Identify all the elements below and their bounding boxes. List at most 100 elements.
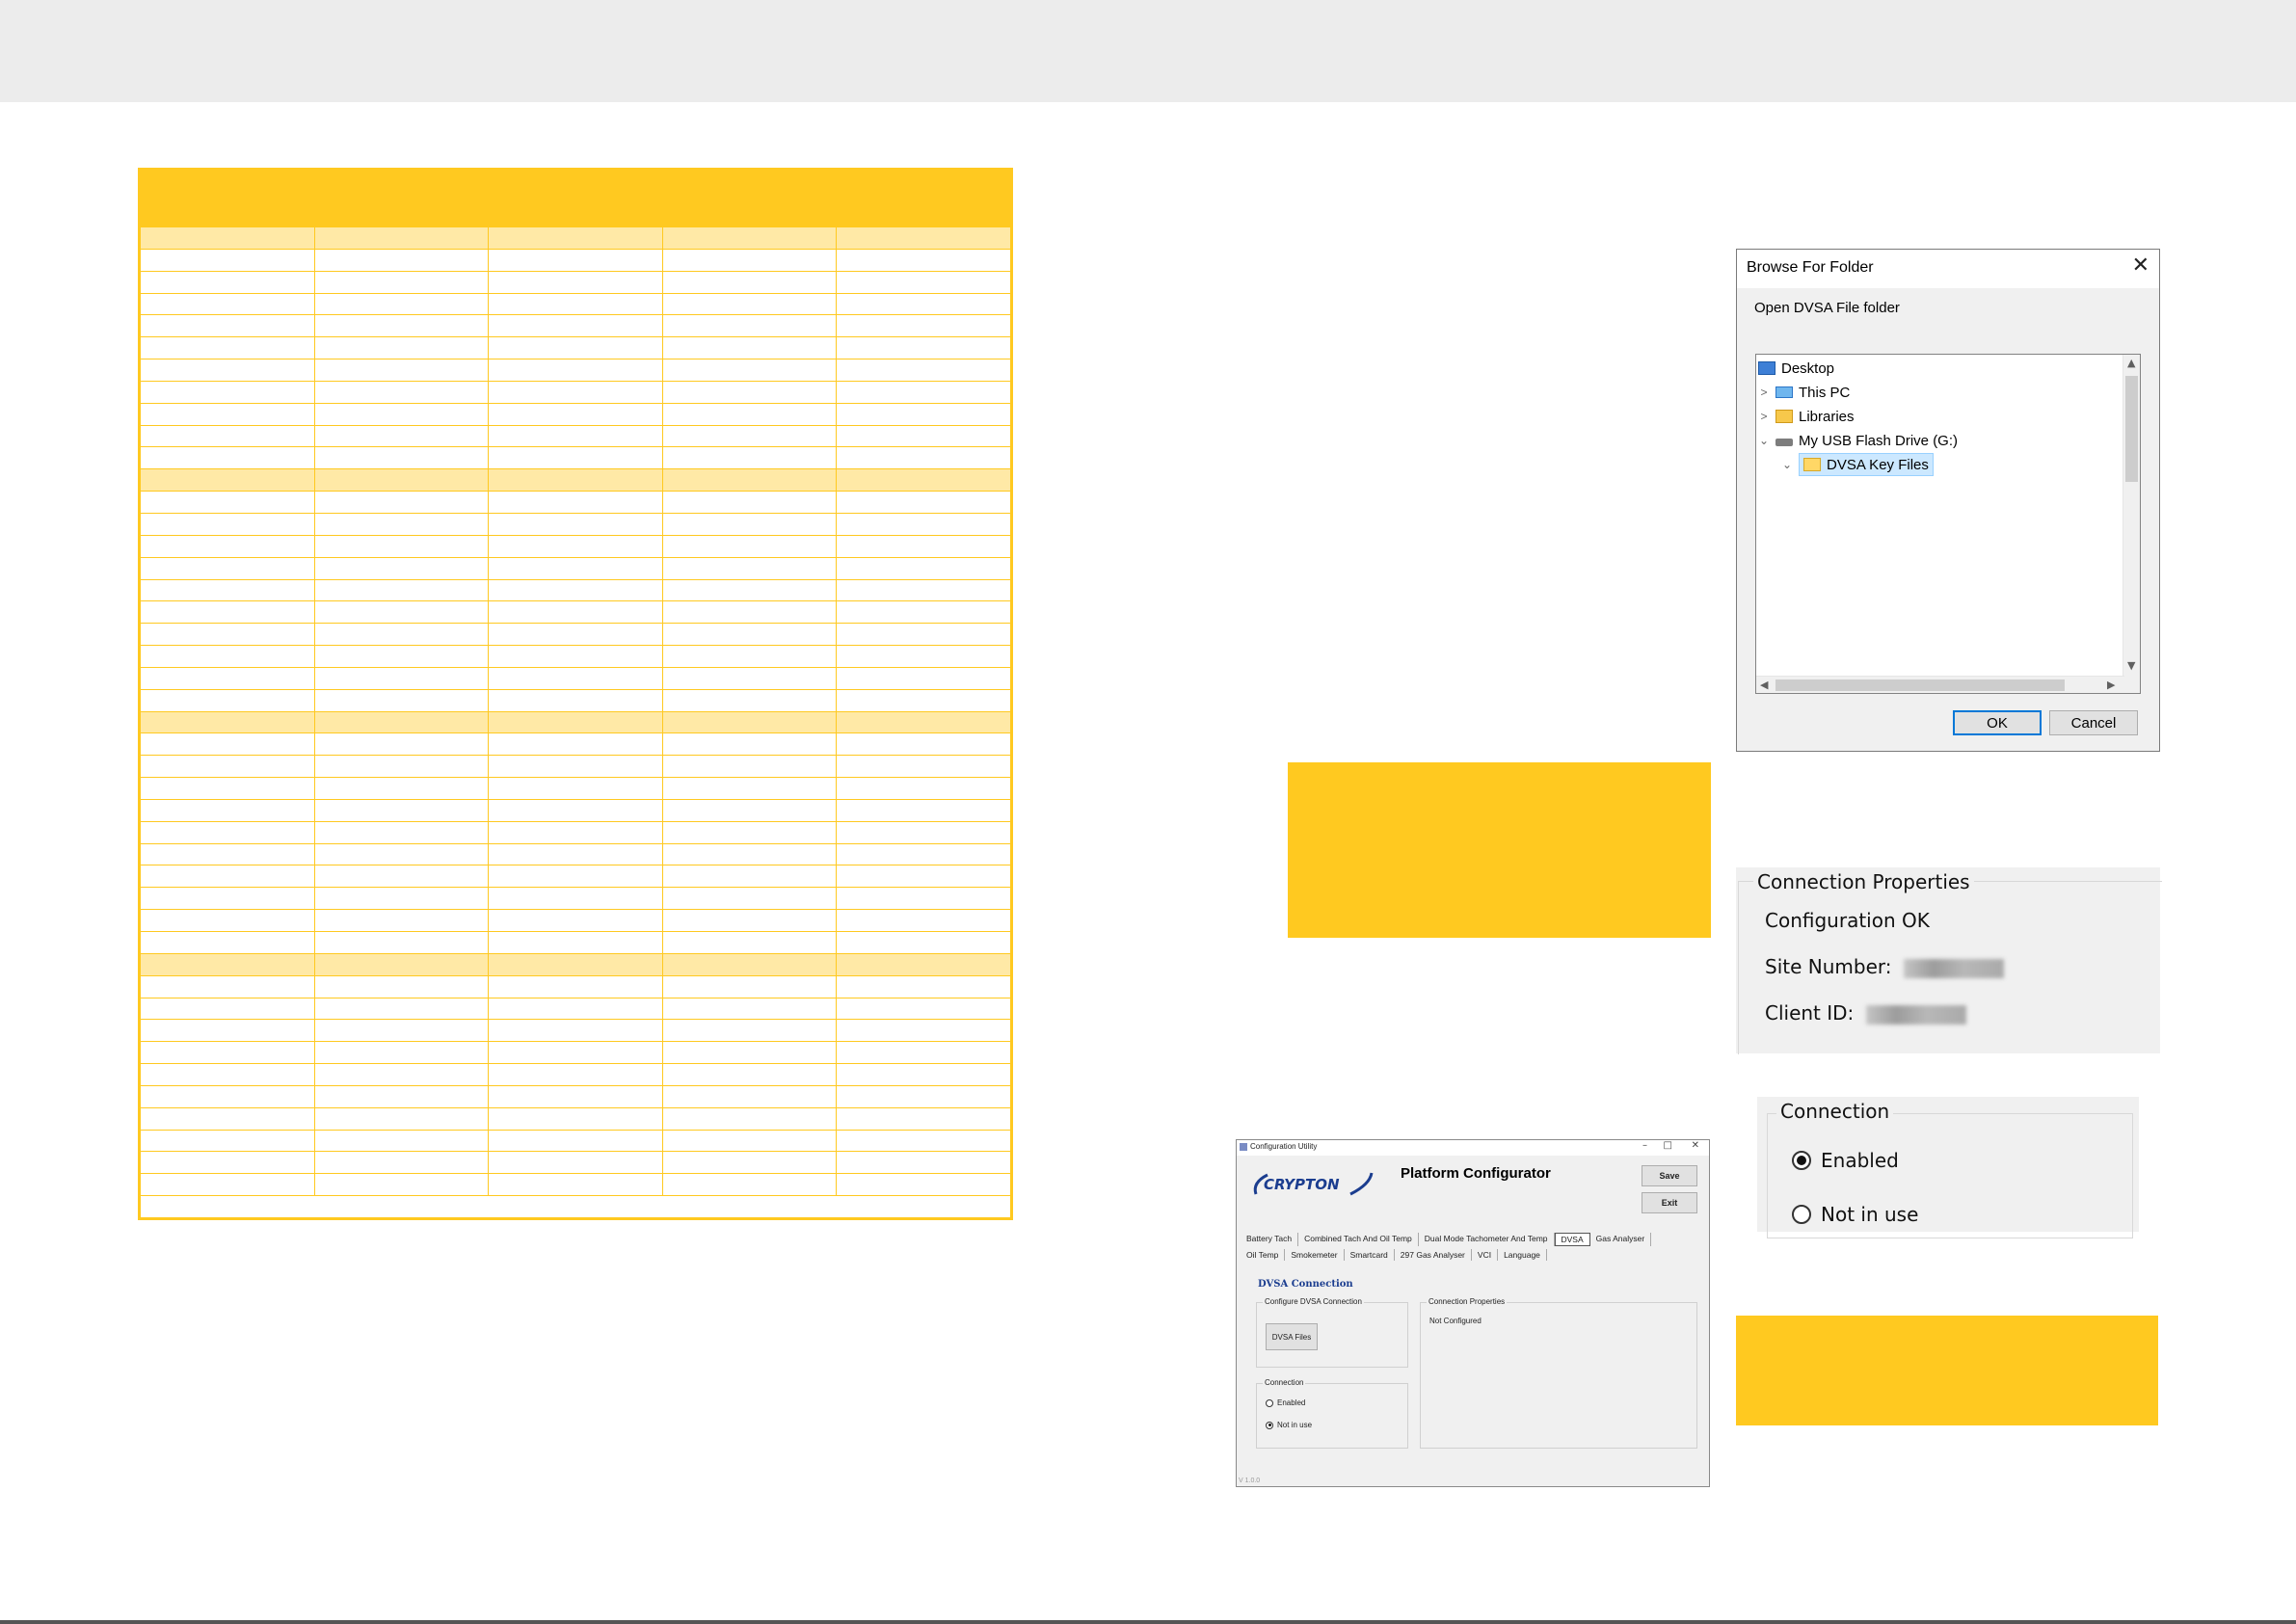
table-cell	[837, 492, 1010, 513]
tab-smartcard[interactable]: Smartcard	[1345, 1249, 1395, 1261]
tab-dvsa[interactable]: DVSA	[1554, 1233, 1590, 1246]
folder-tree[interactable]: Desktop > This PC > Libraries ⌄ My USB F…	[1755, 354, 2141, 694]
table-cell	[315, 579, 490, 601]
close-icon[interactable]: ✕	[2132, 253, 2149, 278]
radio-not-in-use[interactable]: Not in use	[1266, 1421, 1312, 1429]
tab-battery-tach[interactable]: Battery Tach	[1241, 1233, 1299, 1246]
scroll-right-icon[interactable]: ▶	[2107, 679, 2115, 691]
table-cell	[315, 601, 490, 624]
tab-dual-mode[interactable]: Dual Mode Tachometer And Temp	[1419, 1233, 1555, 1246]
table-cell	[837, 580, 1010, 601]
horizontal-scrollbar[interactable]: ◀ ▶	[1756, 676, 2124, 693]
table-row	[141, 315, 1010, 338]
table-cell	[315, 403, 490, 425]
tab-combined-tach[interactable]: Combined Tach And Oil Temp	[1298, 1233, 1419, 1246]
table-cell	[663, 579, 838, 601]
table-cell	[837, 315, 1010, 336]
table-cell	[837, 998, 1010, 1020]
table-cell	[315, 821, 490, 843]
tree-item-label: DVSA Key Files	[1827, 456, 1929, 473]
table-row	[141, 689, 1010, 712]
chevron-down-icon[interactable]: ⌄	[1781, 458, 1793, 471]
chevron-right-icon[interactable]: >	[1758, 386, 1770, 399]
table-cell	[489, 425, 663, 447]
table-cell	[663, 403, 838, 425]
table-row	[141, 756, 1010, 779]
table-cell	[837, 690, 1010, 711]
table-cell	[315, 756, 490, 778]
scroll-thumb[interactable]	[1775, 679, 2065, 691]
radio-selected-icon[interactable]	[1266, 1421, 1273, 1429]
table-cell	[663, 293, 838, 315]
scroll-thumb[interactable]	[2125, 376, 2138, 482]
site-number-label: Site Number:	[1765, 955, 1892, 978]
table-cell	[837, 932, 1010, 953]
yellow-table	[138, 168, 1013, 1220]
close-icon[interactable]: ✕	[1692, 1140, 1699, 1151]
table-cell	[663, 843, 838, 865]
table-cell	[837, 250, 1010, 271]
vertical-scrollbar[interactable]: ▲ ▼	[2122, 355, 2140, 693]
radio-enabled[interactable]: Enabled	[1266, 1398, 1305, 1407]
table-cell	[489, 865, 663, 888]
table-cell	[141, 249, 315, 271]
ok-button[interactable]: OK	[1953, 710, 2042, 735]
radio-unselected-icon[interactable]	[1792, 1205, 1811, 1224]
cancel-button[interactable]: Cancel	[2049, 710, 2138, 735]
table-cell	[663, 425, 838, 447]
table-row	[141, 425, 1010, 448]
chevron-down-icon[interactable]: ⌄	[1758, 434, 1770, 447]
tab-vci[interactable]: VCI	[1472, 1249, 1499, 1261]
tab-row-1: Battery Tach Combined Tach And Oil Temp …	[1241, 1233, 1652, 1246]
dvsa-files-button[interactable]: DVSA Files	[1266, 1323, 1318, 1350]
chevron-right-icon[interactable]: >	[1758, 410, 1770, 423]
radio-selected-icon[interactable]	[1792, 1151, 1811, 1170]
tab-gas-analyser[interactable]: Gas Analyser	[1590, 1233, 1652, 1246]
tab-language[interactable]: Language	[1498, 1249, 1547, 1261]
tab-297-gas-analyser[interactable]: 297 Gas Analyser	[1395, 1249, 1472, 1261]
radio-enabled[interactable]: Enabled	[1792, 1149, 1899, 1172]
scroll-up-icon[interactable]: ▲	[2127, 357, 2135, 369]
table-cell	[315, 1042, 490, 1064]
table-cell	[837, 601, 1010, 623]
table-cell	[489, 492, 663, 513]
table-cell	[315, 492, 490, 513]
selected-folder[interactable]: DVSA Key Files	[1799, 453, 1934, 476]
table-cell	[141, 888, 315, 910]
minimize-icon[interactable]: –	[1642, 1140, 1647, 1151]
table-cell	[141, 315, 315, 337]
table-row	[141, 271, 1010, 294]
client-id-label: Client ID:	[1765, 1001, 1855, 1025]
table-cell	[489, 1107, 663, 1130]
save-button[interactable]: Save	[1642, 1165, 1697, 1186]
maximize-icon[interactable]: □	[1664, 1140, 1672, 1151]
tree-item-libraries[interactable]: > Libraries	[1758, 405, 1854, 428]
tab-smokemeter[interactable]: Smokemeter	[1285, 1249, 1345, 1261]
table-cell	[489, 624, 663, 646]
crypton-logo: CRYPTON	[1253, 1172, 1374, 1196]
scroll-down-icon[interactable]: ▼	[2127, 659, 2135, 672]
table-row	[141, 492, 1010, 514]
table-cell	[141, 535, 315, 557]
group-title: Configure DVSA Connection	[1263, 1297, 1364, 1306]
tree-item-usb-drive[interactable]: ⌄ My USB Flash Drive (G:)	[1758, 429, 1958, 452]
table-cell	[315, 425, 490, 447]
table-cell	[141, 447, 315, 469]
radio-not-in-use[interactable]: Not in use	[1792, 1203, 1918, 1226]
table-cell	[141, 337, 315, 359]
table-cell	[489, 601, 663, 624]
tree-item-desktop[interactable]: Desktop	[1758, 357, 1834, 380]
table-cell	[663, 557, 838, 579]
table-cell	[315, 998, 490, 1020]
exit-button[interactable]: Exit	[1642, 1192, 1697, 1213]
radio-unselected-icon[interactable]	[1266, 1398, 1273, 1407]
table-cell	[141, 1064, 315, 1085]
table-cell	[837, 1152, 1010, 1173]
section-heading: DVSA Connection	[1258, 1279, 1353, 1290]
radio-label: Not in use	[1821, 1203, 1919, 1226]
tab-oil-temp[interactable]: Oil Temp	[1241, 1249, 1286, 1261]
table-header	[141, 171, 1010, 227]
tree-item-this-pc[interactable]: > This PC	[1758, 381, 1850, 404]
scroll-left-icon[interactable]: ◀	[1760, 679, 1768, 691]
tree-item-dvsa-key-files[interactable]: ⌄ DVSA Key Files	[1781, 453, 1934, 476]
